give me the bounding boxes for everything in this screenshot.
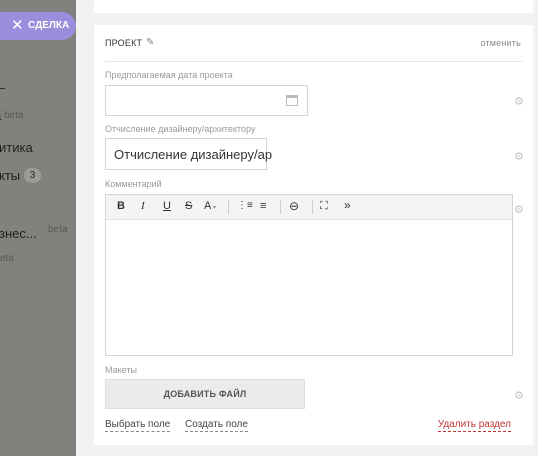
add-file-button[interactable]: ДОБАВИТЬ ФАЙЛ bbox=[105, 379, 305, 409]
close-deal-button[interactable]: ✕ СДЕЛКА bbox=[0, 12, 76, 40]
sidebar: ✕ СДЕЛКА – а beta итика кты 3 знес... be… bbox=[0, 0, 76, 456]
underline-button[interactable]: U bbox=[163, 200, 171, 212]
delete-section-link[interactable]: Удалить раздел bbox=[437, 419, 511, 432]
section-title: ПРОЕКТ bbox=[105, 38, 143, 48]
project-section-card: ПРОЕКТ ✎ отменить Предполагаемая дата пр… bbox=[94, 25, 533, 445]
cancel-link[interactable]: отменить bbox=[480, 38, 521, 48]
gear-icon[interactable]: ⚙ bbox=[514, 95, 524, 108]
deduction-input[interactable]: Отчисление дизайнеру/ар bbox=[105, 138, 272, 170]
sidebar-item[interactable]: а bbox=[0, 108, 1, 123]
more-button[interactable]: » bbox=[344, 198, 351, 212]
gear-icon[interactable]: ⚙ bbox=[514, 150, 524, 163]
font-color-button[interactable]: A ▾ bbox=[204, 200, 216, 212]
pencil-icon[interactable]: ✎ bbox=[146, 37, 154, 48]
gear-icon[interactable]: ⚙ bbox=[514, 389, 524, 402]
ordered-list-button[interactable]: ⋮≡ bbox=[237, 200, 253, 211]
sidebar-item-business[interactable]: знес... bbox=[0, 226, 37, 241]
comment-editor[interactable]: B I U S A ▾ ⋮≡ ≡ ⊖ ⛶ » bbox=[105, 194, 513, 356]
unordered-list-button[interactable]: ≡ bbox=[260, 200, 266, 212]
project-date-input[interactable] bbox=[105, 85, 308, 116]
toolbar-separator bbox=[228, 200, 229, 214]
bold-button[interactable]: B bbox=[117, 200, 125, 212]
close-icon: ✕ bbox=[11, 17, 24, 34]
editor-toolbar: B I U S A ▾ ⋮≡ ≡ ⊖ ⛶ » bbox=[106, 195, 512, 220]
calendar-icon[interactable] bbox=[286, 95, 298, 106]
choose-field-link[interactable]: Выбрать поле bbox=[105, 419, 171, 432]
beta-badge: beta bbox=[4, 110, 24, 121]
mockups-field-label: Макеты bbox=[105, 365, 137, 375]
gear-icon[interactable]: ⚙ bbox=[514, 203, 524, 216]
toolbar-separator bbox=[280, 200, 281, 214]
strikethrough-button[interactable]: S bbox=[185, 200, 192, 212]
beta-badge: beta bbox=[48, 224, 68, 235]
divider bbox=[105, 61, 522, 62]
toolbar-separator bbox=[312, 200, 313, 214]
count-badge: 3 bbox=[24, 168, 41, 183]
previous-section-card bbox=[94, 0, 533, 13]
italic-button[interactable]: I bbox=[141, 200, 145, 212]
sidebar-item[interactable]: – bbox=[0, 80, 5, 95]
create-field-link[interactable]: Создать поле bbox=[185, 419, 248, 432]
fullscreen-button[interactable]: ⛶ bbox=[320, 200, 328, 213]
sidebar-item-analytics[interactable]: итика bbox=[0, 140, 33, 155]
comment-field-label: Комментарий bbox=[105, 179, 162, 189]
deduction-field-label: Отчисление дизайнеру/архитектору bbox=[105, 124, 256, 134]
sidebar-item-contacts[interactable]: кты bbox=[0, 168, 20, 183]
date-field-label: Предполагаемая дата проекта bbox=[105, 70, 233, 80]
deduction-value: Отчисление дизайнеру/ар bbox=[114, 147, 273, 162]
link-button[interactable]: ⊖ bbox=[289, 199, 299, 213]
beta-badge: eta bbox=[0, 253, 14, 264]
